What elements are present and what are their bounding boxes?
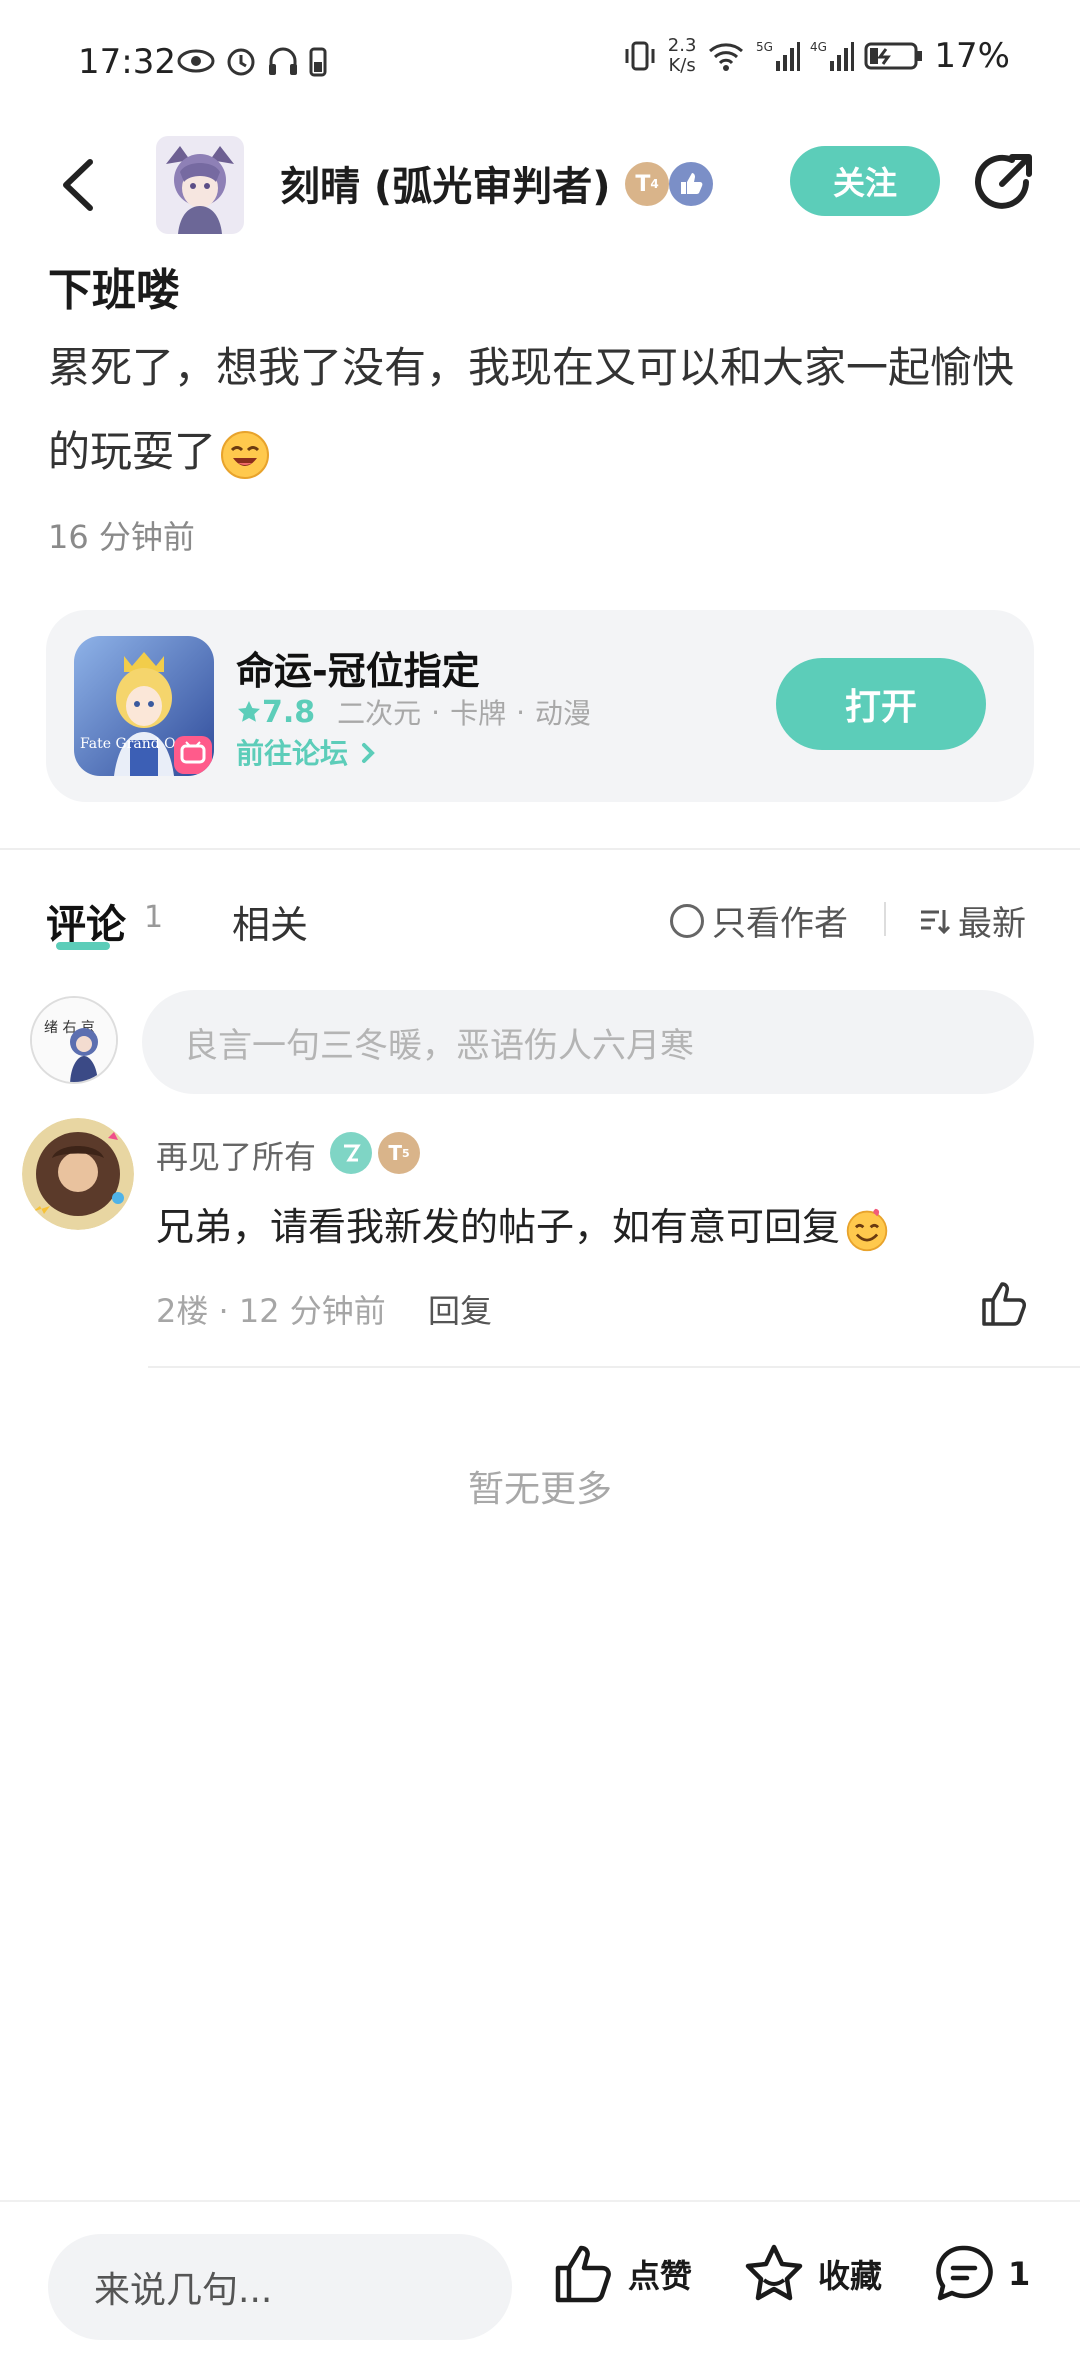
chevron-right-icon (361, 743, 375, 763)
game-tag: 卡牌 (450, 697, 507, 730)
comment-like-button[interactable] (978, 1278, 1030, 1330)
open-game-button[interactable]: 打开 (776, 658, 986, 750)
comment-meta: 2楼 · 12 分钟前 (156, 1292, 386, 1330)
battery-percent: 17% (934, 36, 1010, 76)
headphones-icon (269, 47, 297, 75)
level-badge: T4 (625, 162, 669, 206)
divider (0, 848, 1080, 850)
laughing-emoji-icon (221, 430, 270, 479)
post-title: 下班喽 (48, 265, 180, 316)
bottom-action-bar: 来说几句... 点赞 收藏 1 (0, 2200, 1080, 2372)
game-icon[interactable]: Fate Grand Order (74, 636, 214, 776)
comment-button[interactable]: 1 (932, 2242, 1030, 2306)
comment-input[interactable]: 良言一句三冬暖，恶语伤人六月寒 (142, 990, 1034, 1094)
game-meta: 7.8 二次元 · 卡牌 · 动漫 (236, 692, 591, 732)
signal-5g-icon: 5G (756, 40, 801, 71)
sort-icon (921, 909, 951, 934)
vibrate-icon (625, 41, 655, 71)
star-outline-icon (745, 2244, 803, 2301)
smiling-emoji-icon (846, 1208, 888, 1251)
no-more-text: 暂无更多 (467, 1469, 612, 1510)
svg-text:4G: 4G (810, 40, 827, 54)
tab-related[interactable]: 相关 (232, 894, 308, 949)
separator (884, 902, 886, 936)
post-time: 16 分钟前 (48, 518, 195, 556)
thumbs-up-badge-icon (669, 162, 713, 206)
eye-icon (177, 49, 215, 73)
comment-divider (148, 1366, 1080, 1368)
author-only-toggle[interactable]: 只看作者 (670, 896, 848, 945)
radio-icon (670, 903, 704, 938)
tag-separator: · (516, 695, 525, 729)
tag-separator: · (431, 695, 441, 729)
game-tag: 动漫 (535, 697, 592, 730)
commenter-level-badge: T5 (378, 1132, 420, 1174)
verified-badge-icon (330, 1132, 372, 1174)
author-avatar[interactable] (156, 136, 244, 234)
post-body: 累死了，想我了没有，我现在又可以和大家一起愉快的玩耍了 (48, 326, 1038, 494)
like-button[interactable]: 点赞 (552, 2242, 692, 2306)
author-name[interactable]: 刻晴 (弧光审判者) (280, 154, 611, 212)
back-button[interactable] (50, 150, 110, 220)
game-tag: 二次元 (337, 697, 422, 730)
bottom-comment-input[interactable]: 来说几句... (48, 2234, 512, 2340)
battery-icon (864, 42, 923, 70)
comment-bubble-icon (936, 2245, 993, 2301)
phone-battery-icon (309, 47, 327, 77)
commenter-avatar[interactable] (22, 1118, 134, 1230)
forum-link[interactable]: 前往论坛 (236, 732, 378, 772)
my-avatar[interactable]: 绪 右 京 (30, 996, 118, 1084)
alarm-icon (227, 48, 255, 76)
status-time: 17:32 (78, 42, 176, 82)
post-header: 刻晴 (弧光审判者) T4 关注 (0, 130, 1080, 240)
comment-tabs: 评论 1 相关 只看作者 最新 (0, 882, 1080, 962)
favorite-button[interactable]: 收藏 (742, 2242, 882, 2306)
reply-button[interactable]: 回复 (428, 1286, 492, 1332)
chevron-left-icon (63, 159, 93, 211)
thumbs-up-icon (555, 2245, 611, 2303)
game-card[interactable]: Fate Grand Order 命运-冠位指定 7.8 二次元 · 卡牌 · … (46, 610, 1034, 802)
status-icons-left (176, 44, 328, 78)
share-button[interactable] (968, 148, 1038, 218)
comment-count: 1 (144, 900, 164, 935)
status-bar: 17:32 2.3 K/s 5G 4G 17% (0, 0, 1080, 120)
post-body-text: 累死了，想我了没有，我现在又可以和大家一起愉快的玩耍了 (48, 343, 1015, 476)
network-speed: 2.3 K/s (667, 35, 697, 76)
share-icon (975, 154, 1032, 209)
game-name[interactable]: 命运-冠位指定 (236, 640, 480, 695)
svg-text:5G: 5G (756, 40, 773, 54)
comment-text: 兄弟，请看我新发的帖子，如有意可回复 (156, 1196, 890, 1253)
signal-4g-icon: 4G (810, 40, 855, 71)
game-rating: 7.8 (236, 695, 315, 730)
commenter-name[interactable]: 再见了所有 (156, 1132, 316, 1178)
status-icons-right: 2.3 K/s 5G 4G 17% (622, 36, 1010, 76)
tab-active-indicator (56, 942, 110, 950)
wifi-icon (709, 43, 744, 71)
thumbs-up-icon (982, 1282, 1026, 1326)
sort-button[interactable]: 最新 (918, 896, 1026, 945)
follow-button[interactable]: 关注 (790, 146, 940, 216)
star-icon (238, 700, 260, 722)
